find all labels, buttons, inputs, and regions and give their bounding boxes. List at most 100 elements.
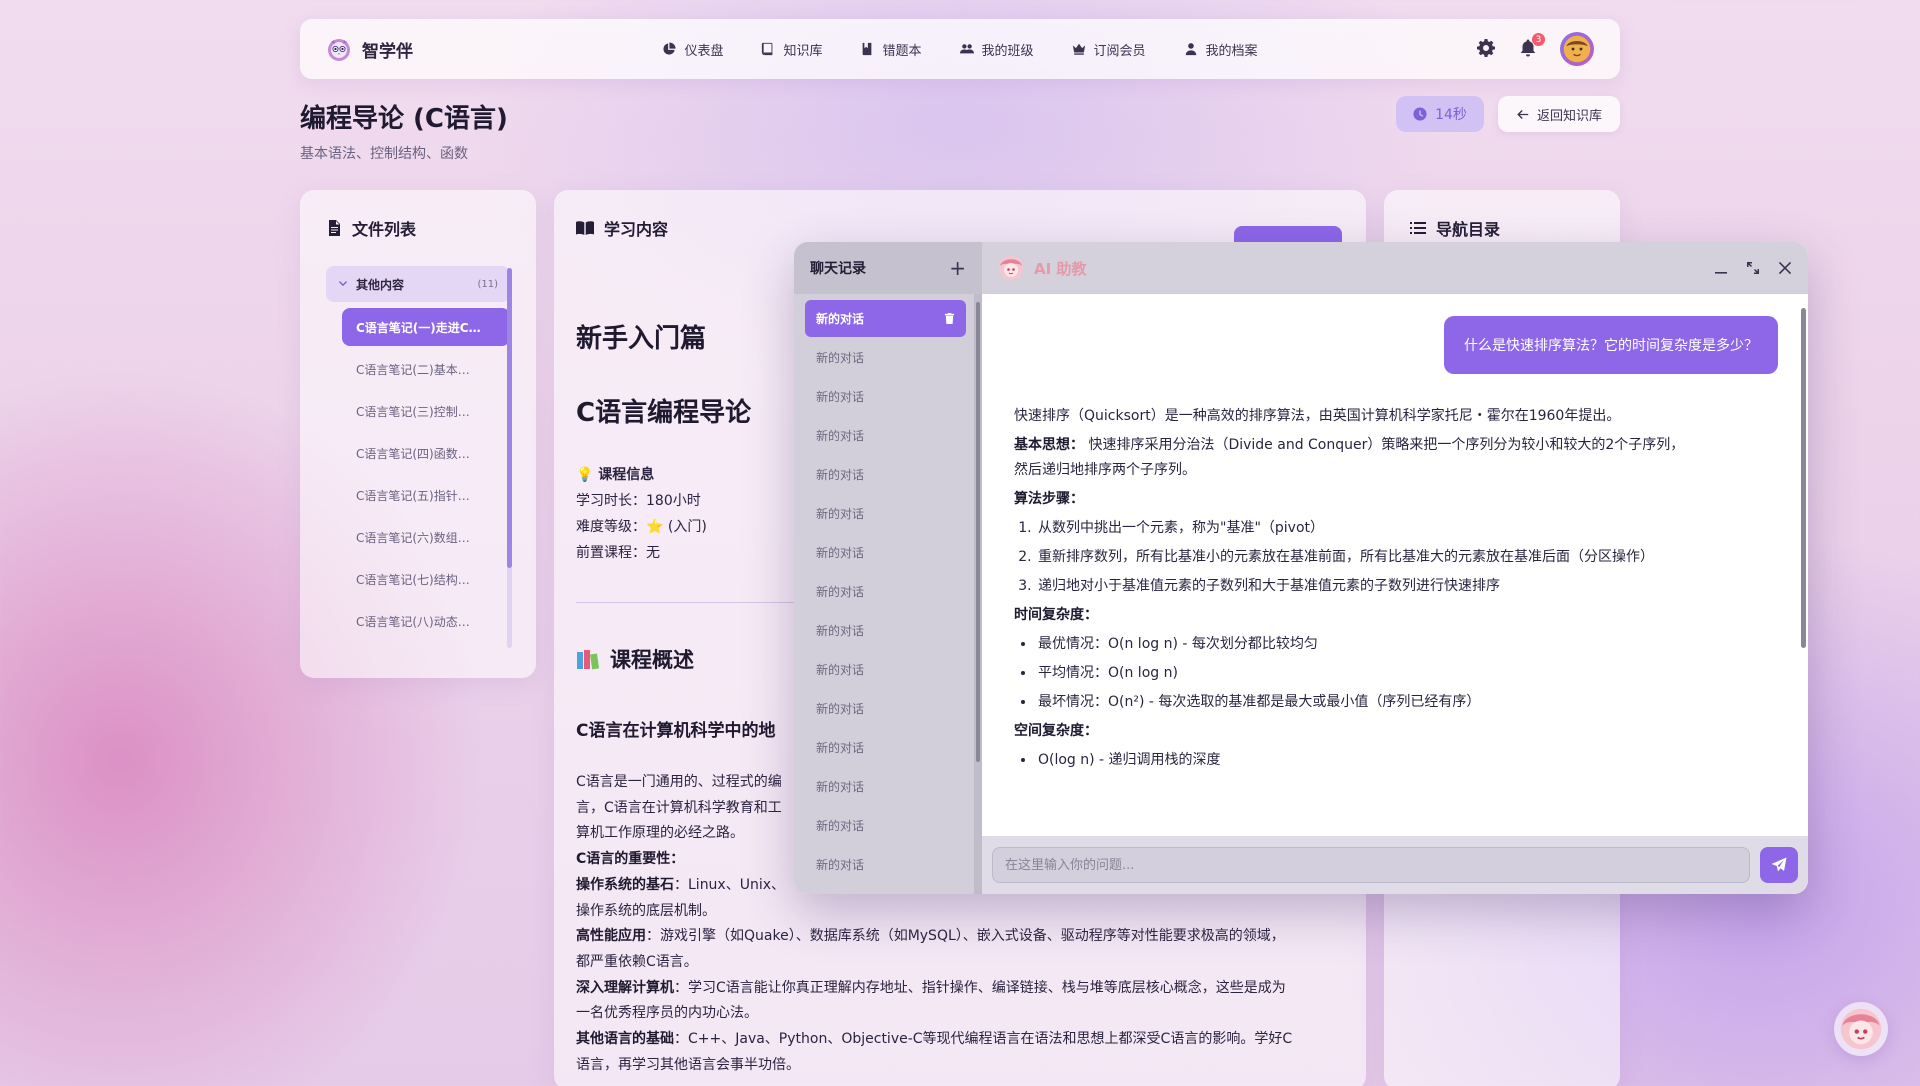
file-list-title: 文件列表 xyxy=(326,216,510,240)
study-timer: 14秒 xyxy=(1396,96,1484,132)
nav-actions: 3 xyxy=(1294,32,1594,66)
chevron-down-icon xyxy=(339,281,347,286)
conversation-item[interactable]: 新的对话 xyxy=(805,573,966,610)
conversation-item[interactable]: 新的对话 xyxy=(805,339,966,376)
bookmark-book-icon xyxy=(863,42,872,56)
chat-input-bar xyxy=(982,836,1808,894)
conversation-item[interactable]: 新的对话 xyxy=(805,612,966,649)
section-subheading: C语言在计算机科学中的地 xyxy=(576,721,776,741)
theme-toggle-button[interactable] xyxy=(1476,38,1498,60)
chat-history-scrollbar[interactable] xyxy=(974,294,982,894)
clock-icon xyxy=(1413,107,1427,121)
nav-item-label: 我的档案 xyxy=(1205,43,1258,59)
owl-logo-icon xyxy=(328,39,350,61)
list-item: 平均情况：O(n log n) xyxy=(1036,661,1694,686)
send-button[interactable] xyxy=(1760,847,1798,883)
page-subtitle: 基本语法、控制结构、函数 xyxy=(300,146,468,162)
file-item[interactable]: C语言笔记(二)基本… xyxy=(342,350,510,388)
close-icon[interactable] xyxy=(1778,261,1792,275)
nav-item-label: 我的班级 xyxy=(981,43,1034,59)
nav-item-mistake-book[interactable]: 错题本 xyxy=(860,40,922,59)
user-avatar[interactable] xyxy=(1560,32,1594,66)
conversation-item[interactable]: 新的对话 xyxy=(805,456,966,493)
ai-assistant-window: 聊天记录 + 新的对话 新的对话 新的对话 新的对话 新的对话 新的对话 新的对… xyxy=(794,242,1808,894)
ai-mascot-icon xyxy=(1840,1008,1882,1050)
nav-item-my-class[interactable]: 我的班级 xyxy=(959,40,1034,59)
chat-main-area: AI 助教 什么是快速排序算法？它的时间复杂度是多少？ 快速排序（Quickso… xyxy=(982,242,1808,894)
books-icon xyxy=(577,650,600,670)
file-item[interactable]: C语言笔记(三)控制… xyxy=(342,392,510,430)
list-item: 递归地对小于基准值元素的子数列和大于基准值元素的子数列进行快速排序 xyxy=(1036,574,1694,599)
scrollbar-thumb[interactable] xyxy=(507,268,512,568)
file-group-name: 其他内容 xyxy=(356,277,405,292)
answer-intro: 快速排序（Quicksort）是一种高效的排序算法，由英国计算机科学家托尼・霍尔… xyxy=(1014,408,1621,424)
floating-assistant-button[interactable] xyxy=(1834,1002,1888,1056)
trash-icon[interactable] xyxy=(944,313,955,324)
nav-item-label: 订阅会员 xyxy=(1093,43,1146,59)
conversation-item[interactable]: 新的对话 xyxy=(805,300,966,337)
list-item: O(log n) - 递归调用栈的深度 xyxy=(1036,748,1694,773)
conversation-item[interactable]: 新的对话 xyxy=(805,378,966,415)
file-item[interactable]: C语言笔记(一)走进C… xyxy=(342,308,510,346)
chat-history-header: 聊天记录 + xyxy=(794,242,982,294)
chat-scrollbar[interactable] xyxy=(1798,294,1808,834)
nav-item-dashboard[interactable]: 仪表盘 xyxy=(662,40,723,59)
nav-item-subscription[interactable]: 订阅会员 xyxy=(1072,40,1146,59)
user-message-bubble: 什么是快速排序算法？它的时间复杂度是多少？ xyxy=(1444,316,1778,374)
nav-item-label: 错题本 xyxy=(882,43,922,59)
timer-value: 14秒 xyxy=(1435,107,1467,123)
learning-content-title: 学习内容 xyxy=(576,216,1344,240)
notification-badge: 3 xyxy=(1532,33,1545,46)
conversation-item[interactable]: 新的对话 xyxy=(805,729,966,766)
conversation-item[interactable]: 新的对话 xyxy=(805,807,966,844)
conversation-item[interactable]: 新的对话 xyxy=(805,690,966,727)
conversation-item[interactable]: 新的对话 xyxy=(805,846,966,883)
course-info: 💡 课程信息 学习时长：180小时 难度等级：⭐ (入门) 前置课程：无 xyxy=(576,462,707,566)
section-heading-intro: 新手入门篇 xyxy=(576,324,707,354)
back-to-knowledge-base-button[interactable]: 返回知识库 xyxy=(1498,96,1620,132)
conversation-item[interactable]: 新的对话 xyxy=(805,495,966,532)
maximize-icon[interactable] xyxy=(1746,261,1760,275)
file-item[interactable]: C语言笔记(五)指针… xyxy=(342,476,510,514)
scrollbar-thumb[interactable] xyxy=(976,302,980,762)
open-book-icon xyxy=(576,221,594,235)
conversation-item[interactable]: 新的对话 xyxy=(805,417,966,454)
file-icon xyxy=(329,220,340,236)
course-info-line: 学习时长：180小时 xyxy=(576,493,701,509)
new-chat-button[interactable]: + xyxy=(949,256,966,280)
conversation-item[interactable]: 新的对话 xyxy=(805,768,966,805)
conversation-item[interactable]: 新的对话 xyxy=(805,534,966,571)
file-group-header[interactable]: 其他内容 (11) xyxy=(326,266,510,302)
section-heading-overview: 课程概述 xyxy=(576,644,694,674)
file-item[interactable]: C语言笔记(八)动态… xyxy=(342,602,510,640)
file-list-panel: 文件列表 其他内容 (11) C语言笔记(一)走进C… C语言笔记(二)基本… … xyxy=(300,190,536,678)
pie-chart-icon xyxy=(663,42,677,55)
conversation-item[interactable]: 新的对话 xyxy=(805,651,966,688)
toc-title: 导航目录 xyxy=(1410,216,1594,240)
file-item[interactable]: C语言笔记(七)结构… xyxy=(342,560,510,598)
nav-item-my-profile[interactable]: 我的档案 xyxy=(1184,40,1258,59)
file-list-scrollbar[interactable] xyxy=(507,268,512,648)
brand[interactable]: 智学伴 xyxy=(326,36,626,62)
course-info-title: 💡 课程信息 xyxy=(576,467,655,483)
course-info-line: 前置课程：无 xyxy=(576,545,660,561)
chat-input[interactable] xyxy=(992,847,1750,883)
notifications-button[interactable]: 3 xyxy=(1518,33,1545,60)
users-icon xyxy=(959,44,974,54)
assistant-answer: 快速排序（Quicksort）是一种高效的排序算法，由英国计算机科学家托尼・霍尔… xyxy=(1014,404,1694,777)
answer-space-list: O(log n) - 递归调用栈的深度 xyxy=(1036,748,1694,773)
nav-menu: 仪表盘 知识库 错题本 我的班级 订阅会员 我的档案 xyxy=(626,40,1294,59)
chat-history-title: 聊天记录 xyxy=(810,261,866,277)
gear-icon xyxy=(1477,39,1495,57)
scrollbar-thumb[interactable] xyxy=(1801,308,1806,648)
minimize-icon[interactable] xyxy=(1714,261,1728,275)
chat-header: AI 助教 xyxy=(982,242,1808,294)
answer-time-list: 最优情况：O(n log n) - 每次划分都比较均匀 平均情况：O(n log… xyxy=(1036,632,1694,715)
file-list: C语言笔记(一)走进C… C语言笔记(二)基本… C语言笔记(三)控制… C语言… xyxy=(326,308,510,640)
nav-item-knowledge-base[interactable]: 知识库 xyxy=(761,40,822,59)
answer-space-title: 空间复杂度： xyxy=(1014,723,1098,739)
list-item: 最优情况：O(n log n) - 每次划分都比较均匀 xyxy=(1036,632,1694,657)
answer-idea: 基本思想： 快速排序采用分治法（Divide and Conquer）策略来把一… xyxy=(1014,437,1685,478)
file-item[interactable]: C语言笔记(六)数组… xyxy=(342,518,510,556)
file-item[interactable]: C语言笔记(四)函数… xyxy=(342,434,510,472)
